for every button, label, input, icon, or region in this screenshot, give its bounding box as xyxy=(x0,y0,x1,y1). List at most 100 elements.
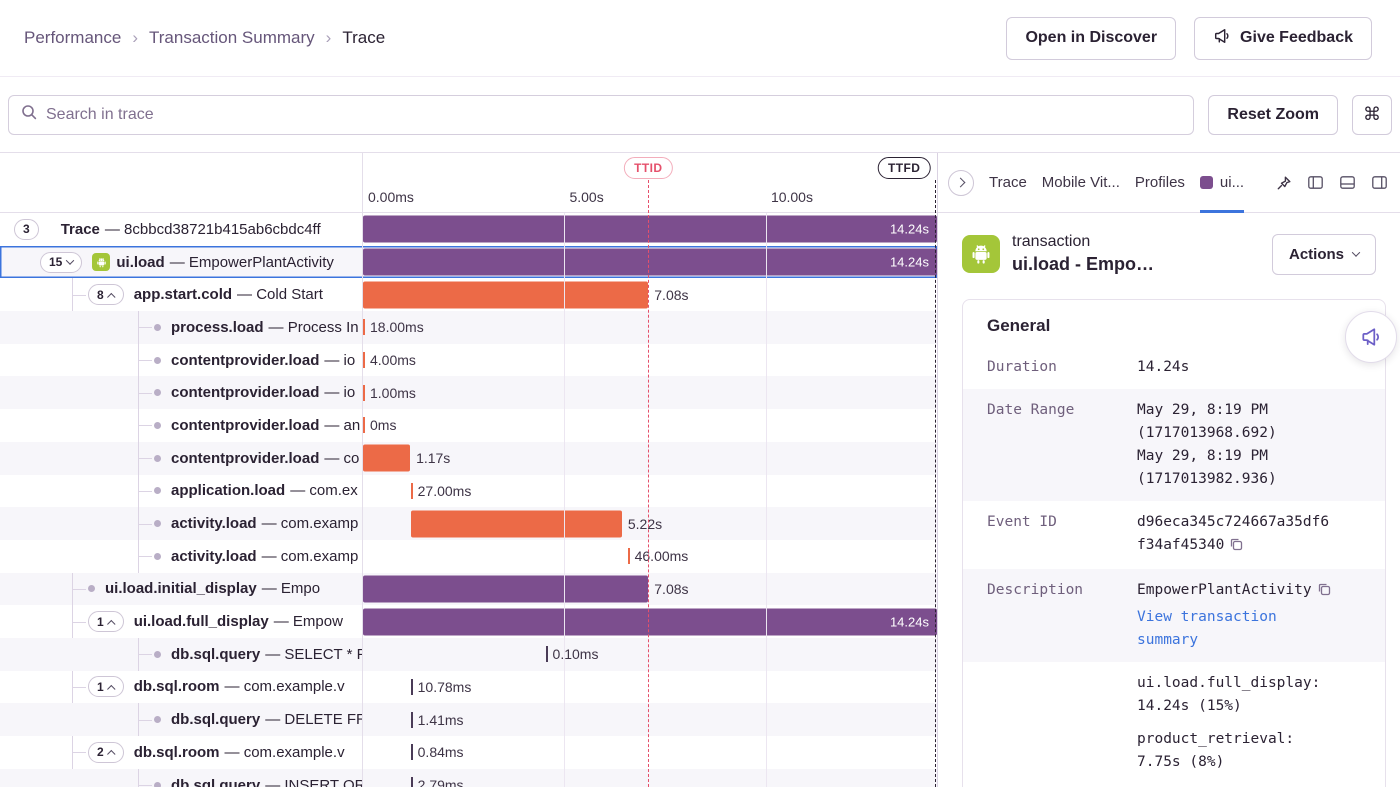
copy-icon[interactable] xyxy=(1229,539,1243,555)
span-children-badge[interactable]: 15 xyxy=(40,252,82,273)
span-row[interactable]: contentprovider.load — co 1.17s xyxy=(0,442,937,475)
span-bar-cell[interactable]: 18.00ms xyxy=(363,311,937,344)
span-duration-bar[interactable] xyxy=(411,777,413,787)
span-bar-cell[interactable]: 1.17s xyxy=(363,442,937,475)
span-bar-cell[interactable]: 1.41ms xyxy=(363,703,937,736)
open-in-discover-button[interactable]: Open in Discover xyxy=(1006,17,1176,60)
span-row[interactable]: 8 app.start.cold — Cold Start 7.08s xyxy=(0,278,937,311)
give-feedback-button[interactable]: Give Feedback xyxy=(1194,17,1372,60)
span-row[interactable]: 2 db.sql.room — com.example.v 0.84ms xyxy=(0,736,937,769)
span-duration-bar[interactable] xyxy=(411,483,413,499)
feedback-fab-button[interactable] xyxy=(1345,311,1397,363)
layout-sidebar-right-button[interactable] xyxy=(1371,174,1388,191)
span-bar-cell[interactable]: 0ms xyxy=(363,409,937,442)
span-bar-cell[interactable]: 14.24s xyxy=(363,246,937,279)
view-transaction-summary-link[interactable]: View transaction summary xyxy=(1137,606,1335,652)
span-bar-cell[interactable]: 0.10ms xyxy=(363,638,937,671)
span-name-cell[interactable]: activity.load — com.examp xyxy=(0,540,363,573)
span-bar-cell[interactable]: 14.24s xyxy=(363,605,937,638)
span-row[interactable]: db.sql.query — DELETE FR 1.41ms xyxy=(0,703,937,736)
span-duration-bar[interactable] xyxy=(363,281,648,308)
span-duration-bar[interactable] xyxy=(546,646,548,662)
span-name-cell[interactable]: 1 db.sql.room — com.example.v xyxy=(0,671,363,704)
span-duration-bar[interactable] xyxy=(363,445,410,472)
span-row[interactable]: activity.load — com.examp 5.22s xyxy=(0,507,937,540)
actions-button[interactable]: Actions xyxy=(1272,234,1376,275)
span-duration-bar[interactable] xyxy=(363,319,365,335)
span-bar-cell[interactable]: 27.00ms xyxy=(363,475,937,508)
breadcrumb-transaction-summary[interactable]: Transaction Summary xyxy=(149,28,315,48)
span-children-badge[interactable]: 8 xyxy=(88,284,124,305)
span-duration-bar[interactable] xyxy=(411,744,413,760)
search-box[interactable] xyxy=(8,95,1194,135)
span-duration-bar[interactable] xyxy=(363,385,365,401)
span-name-cell[interactable]: db.sql.query — DELETE FR xyxy=(0,703,363,736)
shortcut-command-button[interactable]: ⌘ xyxy=(1352,95,1392,135)
span-bar-cell[interactable]: 4.00ms xyxy=(363,344,937,377)
span-name-cell[interactable]: contentprovider.load — io xyxy=(0,344,363,377)
span-bar-cell[interactable]: 46.00ms xyxy=(363,540,937,573)
span-duration-bar[interactable] xyxy=(363,352,365,368)
span-name-cell[interactable]: ui.load.initial_display — Empo xyxy=(0,573,363,606)
layout-bottom-button[interactable] xyxy=(1339,174,1356,191)
span-name-cell[interactable]: application.load — com.ex xyxy=(0,475,363,508)
span-children-badge[interactable]: 2 xyxy=(88,742,124,763)
span-name-cell[interactable]: 8 app.start.cold — Cold Start xyxy=(0,278,363,311)
span-bar-cell[interactable]: 14.24s xyxy=(363,213,937,246)
span-bar-cell[interactable]: 5.22s xyxy=(363,507,937,540)
tab-mobile-vitals[interactable]: Mobile Vit... xyxy=(1042,153,1120,212)
span-row[interactable]: process.load — Process In 18.00ms xyxy=(0,311,937,344)
span-row[interactable]: activity.load — com.examp 46.00ms xyxy=(0,540,937,573)
span-name-cell[interactable]: activity.load — com.examp xyxy=(0,507,363,540)
span-duration-bar[interactable] xyxy=(363,575,648,602)
span-duration-bar[interactable] xyxy=(411,510,622,537)
breadcrumb-performance[interactable]: Performance xyxy=(24,28,121,48)
span-bar-cell[interactable]: 7.08s xyxy=(363,278,937,311)
span-name-cell[interactable]: contentprovider.load — an xyxy=(0,409,363,442)
copy-icon[interactable] xyxy=(1317,584,1331,600)
span-bar-cell[interactable]: 10.78ms xyxy=(363,671,937,704)
span-name-cell[interactable]: db.sql.query — INSERT OR xyxy=(0,769,363,787)
span-duration-bar[interactable] xyxy=(363,417,365,433)
span-name-cell[interactable]: 2 db.sql.room — com.example.v xyxy=(0,736,363,769)
span-name-cell[interactable]: 1 ui.load.full_display — Empow xyxy=(0,605,363,638)
search-in-trace-input[interactable] xyxy=(46,106,1181,124)
span-row[interactable]: ui.load.initial_display — Empo 7.08s xyxy=(0,573,937,606)
pin-tab-button[interactable] xyxy=(1276,175,1292,191)
span-name-cell[interactable]: 3 Trace — 8cbbcd38721b415ab6cbdc4ff xyxy=(0,213,363,246)
span-duration-bar[interactable] xyxy=(411,712,413,728)
span-row[interactable]: contentprovider.load — io 1.00ms xyxy=(0,376,937,409)
span-bar-cell[interactable]: 0.84ms xyxy=(363,736,937,769)
span-name-cell[interactable]: contentprovider.load — io xyxy=(0,376,363,409)
span-bar-cell[interactable]: 7.08s xyxy=(363,573,937,606)
span-row[interactable]: db.sql.query — SELECT * F 0.10ms xyxy=(0,638,937,671)
span-duration-bar[interactable]: 14.24s xyxy=(363,608,937,635)
span-row[interactable]: 1 db.sql.room — com.example.v 10.78ms xyxy=(0,671,937,704)
span-duration-bar[interactable]: 14.24s xyxy=(363,249,937,276)
tab-trace[interactable]: Trace xyxy=(989,153,1027,212)
span-row[interactable]: db.sql.query — INSERT OR 2.79ms xyxy=(0,769,937,787)
span-row[interactable]: 1 ui.load.full_display — Empow 14.24s xyxy=(0,605,937,638)
layout-sidebar-left-button[interactable] xyxy=(1307,174,1324,191)
tab-ui-load-active[interactable]: ui... xyxy=(1200,153,1244,212)
span-name-cell[interactable]: 15 ui.load — EmpowerPlantActivity xyxy=(0,246,363,279)
span-name-cell[interactable]: db.sql.query — SELECT * F xyxy=(0,638,363,671)
reset-zoom-button[interactable]: Reset Zoom xyxy=(1208,95,1338,135)
span-row[interactable]: 3 Trace — 8cbbcd38721b415ab6cbdc4ff 14.2… xyxy=(0,213,937,246)
span-children-badge[interactable]: 3 xyxy=(14,219,39,240)
span-duration-bar[interactable]: 14.24s xyxy=(363,216,937,243)
span-bar-cell[interactable]: 1.00ms xyxy=(363,376,937,409)
span-duration-bar[interactable] xyxy=(628,548,630,564)
tab-profiles[interactable]: Profiles xyxy=(1135,153,1185,212)
span-children-badge[interactable]: 1 xyxy=(88,611,124,632)
span-name-cell[interactable]: process.load — Process In xyxy=(0,311,363,344)
span-duration-bar[interactable] xyxy=(411,679,413,695)
collapse-drawer-button[interactable] xyxy=(948,170,974,196)
span-children-badge[interactable]: 1 xyxy=(88,676,124,697)
span-name-cell[interactable]: contentprovider.load — co xyxy=(0,442,363,475)
span-row[interactable]: application.load — com.ex 27.00ms xyxy=(0,475,937,508)
span-row[interactable]: contentprovider.load — an 0ms xyxy=(0,409,937,442)
span-row[interactable]: 15 ui.load — EmpowerPlantActivity 14.24s xyxy=(0,246,937,279)
span-row[interactable]: contentprovider.load — io 4.00ms xyxy=(0,344,937,377)
span-bar-cell[interactable]: 2.79ms xyxy=(363,769,937,787)
